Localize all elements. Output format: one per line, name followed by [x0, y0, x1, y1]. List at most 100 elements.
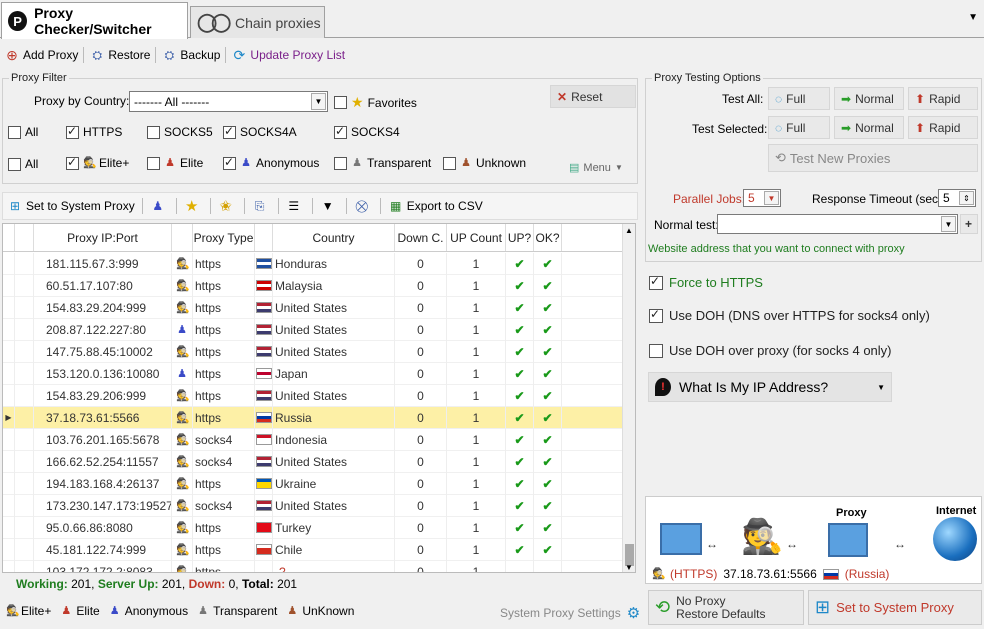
header-up[interactable]: UP Count	[447, 224, 506, 251]
no-proxy-restore-button[interactable]: ⟲ No Proxy Restore Defaults	[648, 590, 804, 625]
socks4-box[interactable]	[334, 124, 347, 139]
cell-up: 1	[447, 406, 506, 429]
menu-button[interactable]: ▤ Menu ▼	[569, 161, 623, 175]
toolbar-divider	[175, 198, 177, 214]
test-all-normal-button[interactable]: ➡ Normal	[834, 87, 904, 110]
table-row[interactable]: ▶ 37.18.73.61:5566 🕵 https Russia 0 1 ✔ ✔	[3, 406, 623, 429]
parallel-jobs-select[interactable]: 5 ▼	[743, 189, 781, 207]
table-row[interactable]: 154.83.29.204:999 🕵 https United States 0 1 ✔ ✔	[3, 296, 623, 319]
star-remove-icon[interactable]: ✬	[218, 198, 234, 215]
full-label: Full	[786, 91, 806, 106]
transparent-checkbox[interactable]: ♟ Transparent	[334, 156, 431, 170]
table-row[interactable]: 45.181.122.74:999 🕵 https Chile 0 1 ✔ ✔	[3, 538, 623, 561]
transparent-box[interactable]	[334, 156, 347, 170]
elite-box[interactable]	[147, 156, 160, 170]
anonymous-box[interactable]	[223, 155, 236, 170]
elite-plus-checkbox[interactable]: 🕵Elite+	[66, 155, 129, 170]
https-box[interactable]	[66, 124, 79, 139]
header-country[interactable]: Country	[273, 224, 395, 251]
scroll-down-icon[interactable]: ▼	[625, 563, 633, 572]
force-https-checkbox[interactable]: Force to HTTPS	[649, 274, 763, 290]
unknown-checkbox[interactable]: ♟ Unknown	[443, 156, 526, 170]
test-all-rapid-button[interactable]: ⬆ Rapid	[908, 87, 978, 110]
list-delete-icon[interactable]: ☰	[286, 198, 302, 214]
elite-plus-box[interactable]	[66, 155, 79, 170]
grid-scrollbar[interactable]: ▲ ▼	[622, 224, 635, 572]
restore-button[interactable]: ⛭ Restore	[85, 47, 154, 63]
table-row[interactable]: 154.83.29.206:999 🕵 https United States 0 1 ✔ ✔	[3, 384, 623, 407]
country-select[interactable]: ------- All ------- ▼	[129, 91, 328, 112]
remove-icon[interactable]: ⛒	[354, 198, 370, 214]
doh-over-proxy-checkbox[interactable]: Use DOH over proxy (for socks 4 only)	[649, 343, 892, 358]
backup-button[interactable]: ⛭ Backup	[157, 47, 224, 63]
table-row[interactable]: 95.0.66.86:8080 🕵 https Turkey 0 1 ✔ ✔	[3, 516, 623, 539]
tab-proxy-checker[interactable]: P Proxy Checker/Switcher	[1, 2, 188, 39]
table-row[interactable]: 60.51.17.107:80 🕵 https Malaysia 0 1 ✔ ✔	[3, 274, 623, 297]
what-is-my-ip-dropdown[interactable]: ! What Is My IP Address? ▼	[648, 372, 892, 402]
cell-flag	[255, 318, 273, 341]
force-https-box[interactable]	[649, 274, 663, 290]
socks4-checkbox[interactable]: SOCKS4	[334, 124, 400, 139]
header-ok[interactable]: OK?	[534, 224, 562, 251]
https-checkbox[interactable]: HTTPS	[66, 124, 122, 139]
header-down[interactable]: Down C.	[395, 224, 447, 251]
socks5-checkbox[interactable]: SOCKS5	[147, 125, 213, 139]
update-proxy-list-button[interactable]: ⟳ Update Proxy List	[227, 47, 349, 63]
use-doh-box[interactable]	[649, 307, 663, 323]
table-row[interactable]: 103.172.172.2:8083 🕵 https? 0 1	[3, 560, 623, 572]
table-row[interactable]: 194.183.168.4:26137 🕵 https Ukraine 0 1 ✔ ✔	[3, 472, 623, 495]
anon-all-box[interactable]	[8, 157, 21, 171]
header-anon[interactable]	[172, 224, 193, 251]
socks4a-box[interactable]	[223, 124, 236, 139]
anonymous-checkbox[interactable]: ♟ Anonymous	[223, 155, 319, 170]
export-csv-button[interactable]: ▦ Export to CSV	[388, 198, 483, 214]
type-all-box[interactable]	[8, 125, 21, 139]
tab-chain-proxies[interactable]: ◯◯ Chain proxies	[190, 6, 325, 38]
unknown-box[interactable]	[443, 156, 456, 170]
add-url-button[interactable]: +	[960, 214, 978, 234]
table-row[interactable]: 147.75.88.45:10002 🕵 https United States 0 1 ✔…	[3, 340, 623, 363]
table-row[interactable]: 173.230.147.173:19527 🕵 socks4 United State…	[3, 494, 623, 517]
table-row[interactable]: 103.76.201.165:5678 🕵 socks4 Indonesia 0 1 ✔ ✔	[3, 428, 623, 451]
timeout-spinner[interactable]: 5 ⇕	[938, 189, 976, 207]
test-selected-normal-button[interactable]: ➡ Normal	[834, 116, 904, 139]
cell-up: 1	[447, 428, 506, 451]
header-upq[interactable]: UP?	[506, 224, 534, 251]
normal-test-input[interactable]: ▼	[717, 214, 958, 234]
anon-all-checkbox[interactable]: All	[8, 157, 38, 171]
grid-rows: 181.115.67.3:999 🕵 https Honduras 0 1 ✔ ✔ 60.51.…	[3, 252, 623, 572]
elite-checkbox[interactable]: ♟ Elite	[147, 156, 203, 170]
scroll-up-icon[interactable]: ▲	[625, 226, 633, 235]
socks4a-checkbox[interactable]: SOCKS4A	[223, 124, 297, 139]
favorites-check-box[interactable]	[334, 96, 347, 109]
favorites-checkbox[interactable]: ★ Favorites	[334, 94, 417, 111]
header-ip[interactable]: Proxy IP:Port	[34, 224, 172, 251]
system-proxy-settings-link[interactable]: System Proxy Settings ⚙	[500, 604, 640, 622]
reset-button[interactable]: ✕ Reset	[550, 85, 636, 108]
tab-menu-arrow-icon[interactable]: ▼	[968, 12, 978, 23]
cell-ip: 103.76.201.165:5678	[34, 428, 172, 451]
add-proxy-button[interactable]: ⊕ Add Proxy	[0, 47, 82, 63]
header-flag[interactable]	[255, 224, 273, 251]
header-type[interactable]: Proxy Type	[193, 224, 255, 251]
thumbs-down-icon[interactable]: ▼	[320, 198, 336, 214]
table-row[interactable]: 208.87.122.227:80 ♟ https United States 0 1 ✔ ✔	[3, 318, 623, 341]
test-new-proxies-button[interactable]: ⟲ Test New Proxies	[768, 144, 978, 172]
set-system-proxy-button[interactable]: ⊞ Set to System Proxy	[7, 198, 135, 214]
test-selected-rapid-button[interactable]: ⬆ Rapid	[908, 116, 978, 139]
table-row[interactable]: 166.62.52.254:11557 🕵 socks4 United States 0…	[3, 450, 623, 473]
type-all-checkbox[interactable]: All	[8, 125, 38, 139]
test-selected-full-button[interactable]: ◌ Full	[768, 116, 830, 139]
row-indicator	[3, 472, 15, 495]
set-to-system-proxy-button[interactable]: ⊞ Set to System Proxy	[808, 590, 982, 625]
user-icon[interactable]: ♟	[150, 198, 166, 214]
use-doh-checkbox[interactable]: Use DOH (DNS over HTTPS for socks4 only)	[649, 307, 930, 323]
table-row[interactable]: 153.120.0.136:10080 ♟ https Japan 0 1 ✔ ✔	[3, 362, 623, 385]
test-all-full-button[interactable]: ◌ Full	[768, 87, 830, 110]
star-icon[interactable]: ★	[184, 198, 200, 215]
doh-over-proxy-box[interactable]	[649, 343, 663, 358]
table-row[interactable]: 181.115.67.3:999 🕵 https Honduras 0 1 ✔ ✔	[3, 252, 623, 275]
socks5-box[interactable]	[147, 125, 160, 139]
cell-anon: 🕵	[172, 472, 193, 495]
copy-icon[interactable]: ⎘	[252, 198, 268, 214]
